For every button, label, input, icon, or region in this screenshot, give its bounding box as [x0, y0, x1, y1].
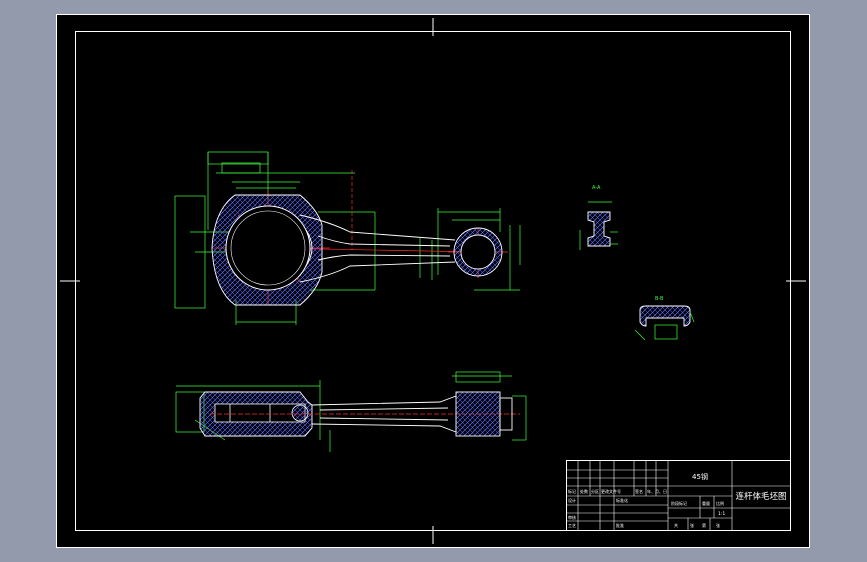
tb-scale-value: 1:1 [718, 511, 725, 517]
tb-role-design: 设计 [568, 497, 576, 503]
tb-standardize: 标准化 [616, 497, 628, 503]
tb-header-mark: 标记 [568, 488, 576, 494]
tb-stage-mark: 阶段标记 [671, 500, 687, 506]
big-end-bore [225, 205, 311, 291]
tb-number: 第 [702, 522, 706, 528]
tb-header-date: 年、月、日 [647, 488, 667, 494]
tb-sheet-1: 张 [690, 522, 694, 528]
tb-sheet-2: 张 [716, 522, 720, 528]
tb-role-process: 工艺 [568, 523, 576, 528]
title-material: 45钢 [692, 472, 708, 481]
cad-viewport[interactable]: A-A B-B 45钢 连杆体毛坯图 标记 处数 分区 更改文件号 签名 年、月… [0, 0, 867, 562]
tb-header-count: 处数 [580, 488, 588, 494]
tb-total: 共 [674, 522, 678, 528]
section-a-a-label: A-A [592, 185, 601, 191]
tb-header-sign: 签名 [635, 488, 643, 494]
small-end-bore [460, 234, 496, 270]
tb-ratio: 比例 [716, 500, 724, 506]
tb-approve: 批准 [616, 522, 624, 528]
title-drawing-name: 连杆体毛坯图 [735, 491, 786, 502]
section-b-b-label: B-B [655, 296, 664, 302]
tb-role-review: 审核 [568, 514, 576, 520]
tb-header-change: 更改文件号 [601, 488, 621, 494]
tb-weight: 重量 [702, 500, 710, 506]
title-block: 45钢 连杆体毛坯图 标记 处数 分区 更改文件号 签名 年、月、日 设计 审核… [566, 460, 791, 531]
tb-header-zone: 分区 [591, 488, 599, 494]
